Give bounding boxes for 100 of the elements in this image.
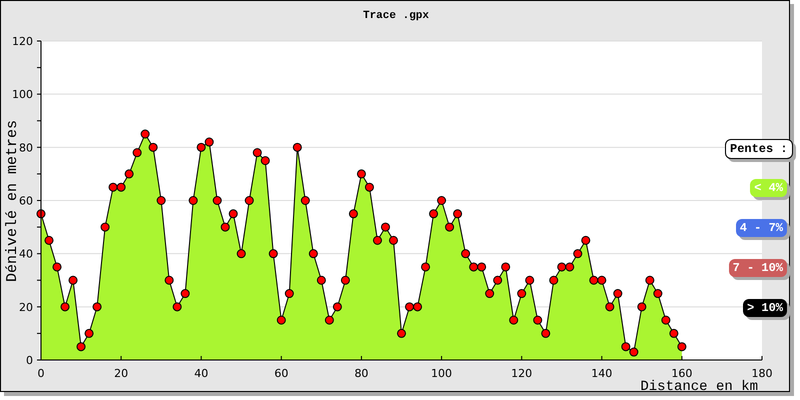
data-point — [533, 316, 542, 325]
data-point — [212, 196, 222, 205]
y-tick-label: 0 — [26, 354, 33, 367]
data-point — [573, 249, 582, 258]
x-tick-label: 140 — [591, 367, 612, 380]
data-point — [517, 289, 526, 298]
legend-item: < 4% — [750, 179, 787, 197]
data-point — [180, 289, 190, 298]
data-point — [220, 222, 230, 232]
data-point — [356, 169, 366, 178]
data-point — [100, 222, 110, 232]
data-point — [244, 196, 254, 205]
data-point — [116, 182, 126, 192]
data-point — [340, 276, 350, 285]
data-point — [276, 316, 286, 325]
x-axis-title: Distance en km — [640, 379, 758, 393]
data-point — [429, 209, 438, 218]
x-tick-label: 0 — [38, 367, 44, 380]
data-point — [541, 328, 550, 338]
x-tick-label: 120 — [511, 367, 532, 380]
data-point — [364, 182, 374, 192]
legend-title: Pentes : — [725, 139, 793, 159]
data-point — [68, 276, 78, 285]
data-point — [124, 169, 134, 178]
data-point — [461, 249, 470, 258]
data-point — [84, 328, 94, 338]
data-point — [413, 302, 422, 312]
data-point — [252, 148, 262, 158]
data-point — [493, 276, 502, 285]
x-tick-label: 40 — [194, 367, 208, 380]
data-point — [453, 209, 462, 218]
data-point — [44, 236, 54, 245]
x-tick-label: 100 — [431, 367, 452, 380]
data-point — [629, 348, 638, 357]
data-point — [525, 276, 534, 285]
data-point — [549, 276, 558, 285]
y-axis-title: Dénivelé en metres — [4, 120, 21, 282]
data-point — [292, 142, 302, 152]
data-point — [653, 289, 662, 298]
data-point — [397, 328, 406, 338]
x-tick-label: 20 — [114, 367, 128, 380]
data-point — [661, 316, 670, 325]
data-point — [389, 236, 398, 245]
data-point — [132, 148, 142, 158]
y-tick-label: 20 — [19, 300, 33, 314]
data-point — [172, 302, 182, 312]
data-point — [164, 276, 174, 285]
data-point — [260, 156, 270, 166]
x-tick-label: 60 — [274, 367, 288, 380]
data-point — [204, 138, 214, 147]
data-point — [348, 209, 358, 218]
data-point — [589, 276, 598, 285]
x-tick-label: 160 — [671, 367, 692, 380]
data-point — [485, 289, 494, 298]
data-point — [300, 196, 310, 205]
data-point — [188, 196, 198, 205]
y-tick-label: 40 — [19, 248, 33, 261]
data-point — [677, 342, 686, 352]
data-point — [148, 142, 158, 152]
data-point — [308, 249, 318, 258]
x-tick-label: 80 — [354, 367, 368, 380]
legend-item: > 10% — [742, 299, 787, 317]
x-tick-label: 180 — [752, 367, 772, 380]
data-point — [621, 342, 630, 352]
data-point — [108, 182, 118, 192]
data-point — [324, 316, 334, 325]
data-point — [156, 196, 166, 205]
data-point — [140, 130, 150, 139]
legend-item: 4 - 7% — [736, 219, 787, 237]
data-point — [405, 302, 414, 312]
data-point — [228, 209, 238, 218]
data-point — [372, 236, 382, 245]
data-point — [605, 302, 614, 312]
data-point — [565, 262, 574, 272]
data-point — [92, 302, 102, 312]
data-point — [581, 236, 590, 245]
data-point — [316, 276, 326, 285]
data-point — [637, 302, 646, 312]
chart-title: Trace .gpx — [363, 10, 429, 22]
data-point — [196, 142, 206, 152]
y-tick-label: 60 — [19, 194, 33, 208]
data-point — [613, 289, 622, 298]
data-point — [437, 196, 446, 205]
data-point — [76, 342, 86, 352]
data-point — [332, 302, 342, 312]
data-point — [597, 276, 606, 285]
data-point — [477, 262, 486, 272]
data-point — [509, 316, 518, 325]
data-point — [60, 302, 70, 312]
legend-item: 7 - 10% — [728, 259, 787, 277]
data-point — [268, 249, 278, 258]
data-point — [36, 209, 46, 218]
data-point — [445, 222, 454, 232]
y-tick-label: 80 — [19, 141, 33, 154]
y-tick-label: 100 — [12, 88, 33, 102]
data-point — [645, 276, 654, 285]
data-point — [669, 328, 678, 338]
y-tick-label: 120 — [12, 35, 33, 48]
data-point — [380, 222, 390, 232]
data-point — [236, 249, 246, 258]
